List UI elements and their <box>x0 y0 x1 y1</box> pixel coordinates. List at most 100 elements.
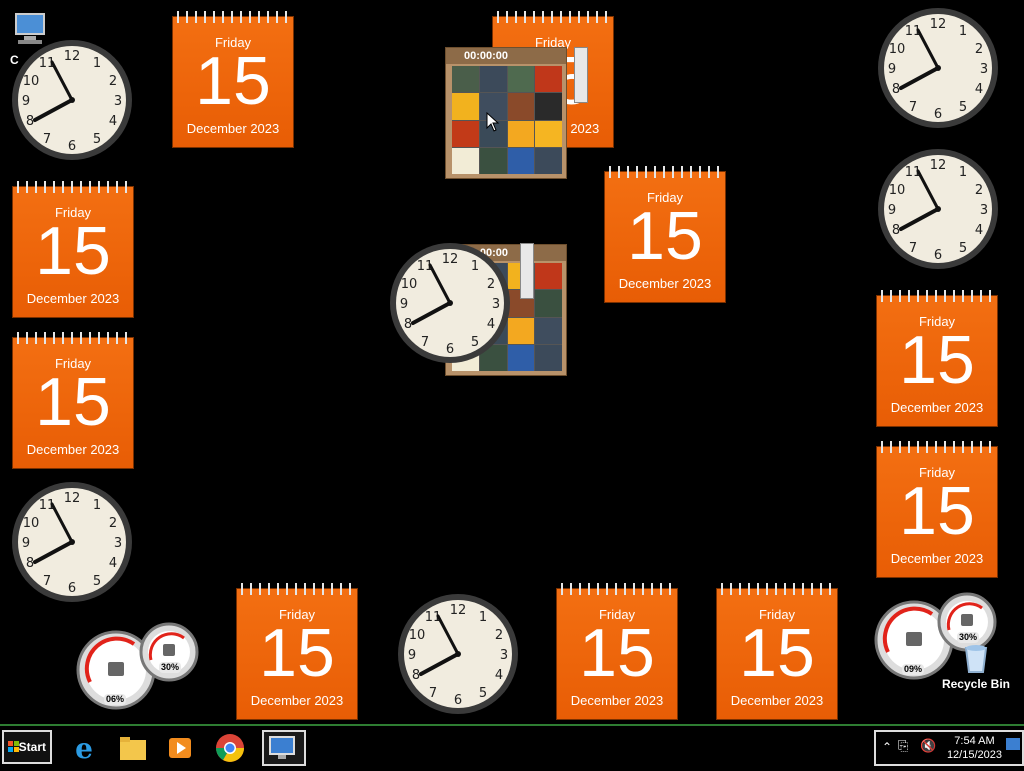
calendar-date: 15 <box>35 364 111 440</box>
start-label: Start <box>18 740 46 754</box>
taskbar: Start e ⌃ ⎘ 🔇 7:54 AM 12/15/2023 <box>0 724 1024 768</box>
svg-text:7: 7 <box>909 241 917 256</box>
calendar-gadget[interactable]: Friday 15 December 2023 <box>876 441 998 578</box>
calendar-gadget[interactable]: Friday 15 December 2023 <box>716 583 838 720</box>
svg-text:10: 10 <box>889 42 906 57</box>
svg-text:2: 2 <box>975 42 983 57</box>
chrome-icon <box>216 734 244 762</box>
cpu-meter-gadget[interactable]: 06% 30% <box>76 620 200 710</box>
svg-text:1: 1 <box>479 610 487 625</box>
svg-text:2: 2 <box>109 516 117 531</box>
taskbar-internet-explorer[interactable]: e <box>66 730 110 766</box>
calendar-month: December 2023 <box>890 400 984 415</box>
svg-text:4: 4 <box>495 668 503 683</box>
calendar-date: 15 <box>899 322 975 398</box>
svg-text:5: 5 <box>959 241 967 256</box>
calendar-month: December 2023 <box>730 693 824 708</box>
calendar-month: December 2023 <box>26 291 120 306</box>
svg-text:3: 3 <box>114 536 122 551</box>
svg-text:7: 7 <box>43 132 51 147</box>
cpu-usage-label: 06% <box>104 694 127 705</box>
svg-text:e: e <box>75 732 93 765</box>
calendar-month: December 2023 <box>26 442 120 457</box>
clock-gadget[interactable]: 12 1 2 3 4 5 6 7 8 9 10 11 <box>396 592 520 716</box>
svg-text:4: 4 <box>975 82 983 97</box>
clock-gadget[interactable]: 12 1 2 3 4 5 6 7 8 9 10 11 <box>388 241 512 365</box>
svg-text:6: 6 <box>446 342 454 357</box>
recycle-bin-icon <box>964 645 988 673</box>
svg-text:3: 3 <box>980 203 988 218</box>
recycle-bin-label: Recycle Bin <box>941 677 1011 691</box>
svg-text:9: 9 <box>888 62 896 77</box>
svg-text:2: 2 <box>495 628 503 643</box>
svg-text:12: 12 <box>930 158 947 173</box>
svg-text:3: 3 <box>980 62 988 77</box>
svg-text:12: 12 <box>930 17 947 32</box>
analog-clock-icon: 12 1234567891011 <box>12 40 132 160</box>
taskbar-media-player[interactable] <box>162 730 206 766</box>
media-player-icon <box>169 738 191 758</box>
picture-puzzle-gadget[interactable]: 00:00:00 <box>445 47 567 179</box>
mouse-cursor-icon <box>486 112 500 132</box>
svg-text:2: 2 <box>975 183 983 198</box>
taskbar-file-explorer[interactable] <box>114 730 158 766</box>
recycle-bin-desktop-icon[interactable]: Recycle Bin <box>938 640 1014 691</box>
gadget-toolbar[interactable] <box>520 243 534 299</box>
calendar-gadget[interactable]: Friday 15 December 2023 <box>172 11 294 148</box>
calendar-gadget[interactable]: Friday 15 December 2023 <box>876 290 998 427</box>
calendar-gadget[interactable]: Friday 15 December 2023 <box>556 583 678 720</box>
calendar-date: 15 <box>579 615 655 691</box>
clock-gadget[interactable]: 12 1 2 3 4 5 6 7 8 9 10 11 <box>876 6 1000 130</box>
analog-clock-icon: 12 1234567891011 <box>878 8 998 128</box>
calendar-date: 15 <box>627 198 703 274</box>
svg-text:1: 1 <box>93 56 101 71</box>
svg-text:2: 2 <box>487 277 495 292</box>
clock-gadget[interactable]: 12 1 2 3 4 5 6 7 8 9 10 11 <box>10 480 134 604</box>
calendar-month: December 2023 <box>890 551 984 566</box>
svg-text:8: 8 <box>26 556 34 571</box>
svg-text:10: 10 <box>23 516 40 531</box>
svg-text:6: 6 <box>68 139 76 154</box>
svg-text:6: 6 <box>68 581 76 596</box>
calendar-date: 15 <box>195 43 271 119</box>
network-icon[interactable]: ⎘ <box>898 738 908 754</box>
taskbar-clock[interactable]: 7:54 AM 12/15/2023 <box>947 734 1002 762</box>
svg-text:8: 8 <box>892 82 900 97</box>
calendar-date: 15 <box>35 213 111 289</box>
calendar-gadget[interactable]: Friday 15 December 2023 <box>12 181 134 318</box>
system-tray: ⌃ ⎘ 🔇 7:54 AM 12/15/2023 <box>874 730 1024 766</box>
svg-text:5: 5 <box>479 686 487 701</box>
svg-text:7: 7 <box>429 686 437 701</box>
clock-gadget[interactable]: 12 1 2 3 4 5 6 7 8 9 10 11 <box>876 147 1000 271</box>
calendar-month: December 2023 <box>618 276 712 291</box>
svg-text:9: 9 <box>22 536 30 551</box>
svg-text:5: 5 <box>959 100 967 115</box>
volume-muted-icon[interactable]: 🔇 <box>920 738 936 754</box>
show-desktop-icon[interactable] <box>1006 738 1020 750</box>
svg-text:8: 8 <box>412 668 420 683</box>
svg-text:4: 4 <box>487 317 495 332</box>
svg-text:9: 9 <box>400 297 408 312</box>
svg-text:6: 6 <box>934 248 942 263</box>
analog-clock-icon: 12 1234567891011 <box>398 594 518 714</box>
svg-text:7: 7 <box>909 100 917 115</box>
taskbar-chrome[interactable] <box>212 730 256 766</box>
calendar-date: 15 <box>259 615 335 691</box>
svg-text:12: 12 <box>450 603 467 618</box>
taskbar-remote-desktop[interactable] <box>262 730 306 766</box>
clock-gadget[interactable]: 12 1 2 3 4 5 6 7 8 9 10 11 <box>10 38 134 162</box>
calendar-date: 15 <box>899 473 975 549</box>
analog-clock-icon: 12 1234567891011 <box>12 482 132 602</box>
start-button[interactable]: Start <box>2 730 52 764</box>
svg-text:9: 9 <box>22 94 30 109</box>
puzzle-grid[interactable] <box>452 66 562 174</box>
calendar-month: December 2023 <box>250 693 344 708</box>
svg-text:1: 1 <box>471 259 479 274</box>
calendar-gadget[interactable]: Friday 15 December 2023 <box>236 583 358 720</box>
calendar-gadget[interactable]: Friday 15 December 2023 <box>604 166 726 303</box>
svg-text:10: 10 <box>23 74 40 89</box>
gadget-toolbar[interactable] <box>574 47 588 103</box>
calendar-gadget[interactable]: Friday 15 December 2023 <box>12 332 134 469</box>
svg-text:8: 8 <box>404 317 412 332</box>
show-hidden-icons-icon[interactable]: ⌃ <box>882 740 892 754</box>
